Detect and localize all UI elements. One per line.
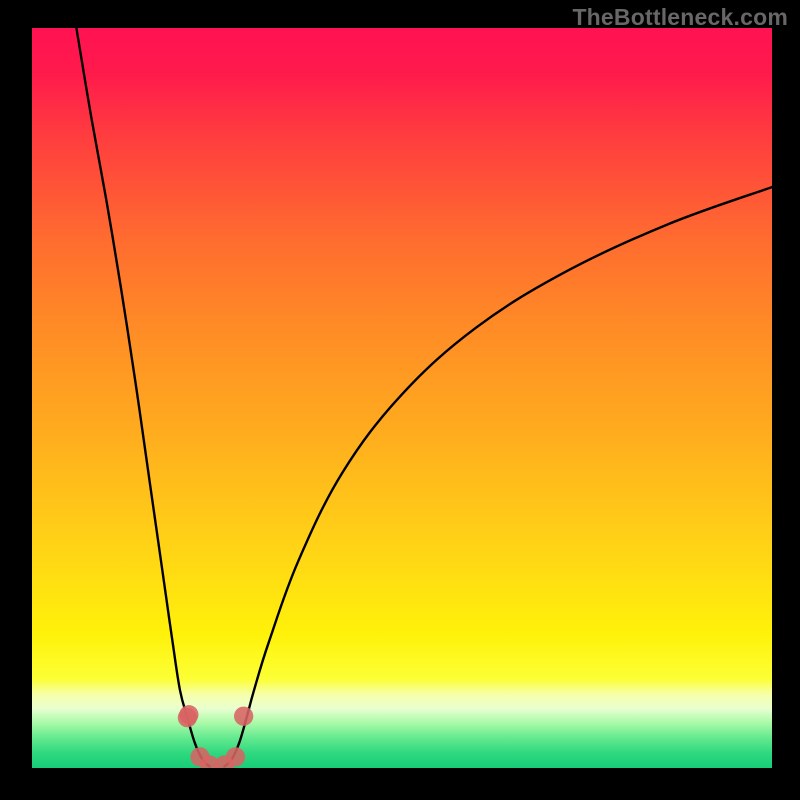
data-marker — [179, 705, 198, 724]
watermark-text: TheBottleneck.com — [572, 4, 788, 31]
chart-frame: TheBottleneck.com — [0, 0, 800, 800]
curve-left — [76, 28, 209, 767]
data-marker — [226, 747, 245, 766]
curves-svg — [32, 28, 772, 768]
plot-area — [32, 28, 772, 768]
data-marker — [234, 707, 253, 726]
curve-right — [224, 187, 772, 766]
